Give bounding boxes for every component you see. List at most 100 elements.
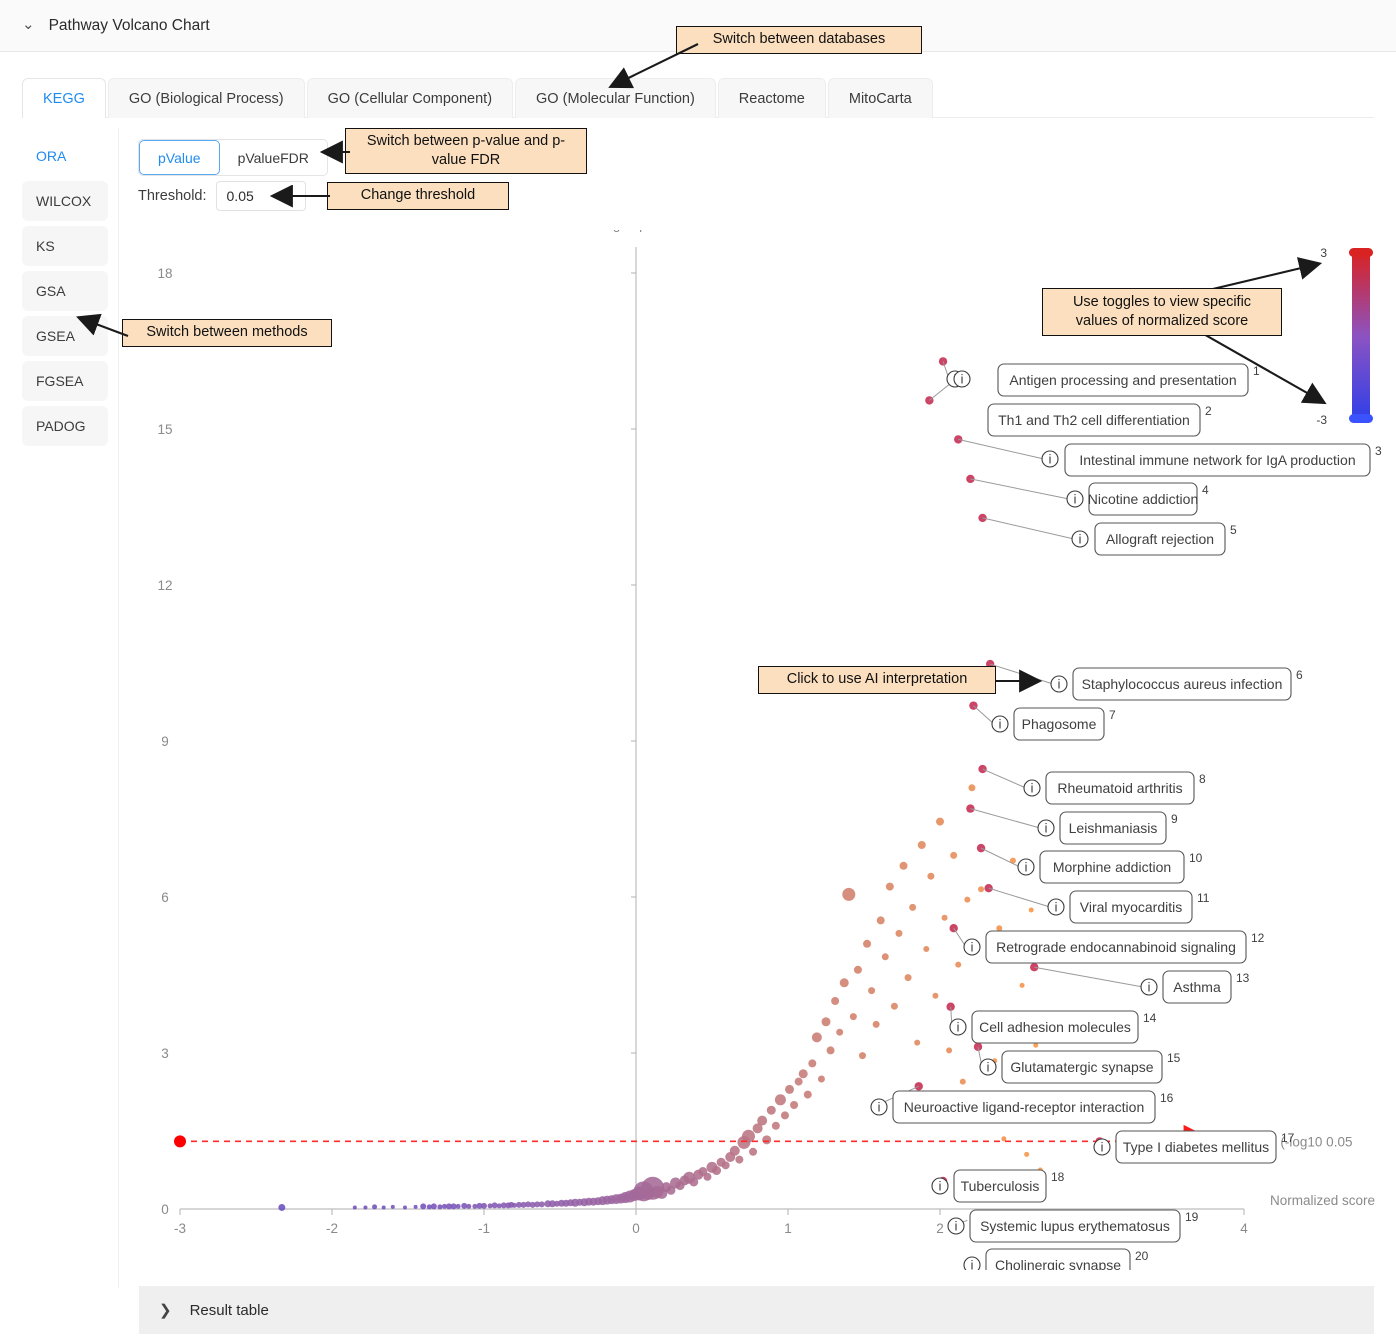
scatter-point[interactable] — [905, 974, 912, 981]
scatter-point[interactable] — [927, 873, 934, 880]
sidebar-item-wilcox[interactable]: WILCOX — [22, 181, 108, 221]
pathway-label[interactable]: iLeishmaniasis9 — [1038, 812, 1178, 844]
pathway-label[interactable]: iIntestinal immune network for IgA produ… — [1042, 444, 1382, 476]
pathway-label[interactable]: iRetrograde endocannabinoid signaling12 — [964, 931, 1265, 963]
pvaluefdr-segment[interactable]: pValueFDR — [220, 140, 327, 175]
scatter-point[interactable] — [836, 1029, 843, 1036]
tab-reactome[interactable]: Reactome — [718, 78, 826, 118]
scatter-point[interactable] — [932, 993, 938, 999]
scatter-point[interactable] — [946, 1047, 952, 1053]
scatter-point[interactable] — [539, 1201, 545, 1207]
scatter-point[interactable] — [909, 904, 916, 911]
scatter-point[interactable] — [978, 886, 984, 892]
threshold-input[interactable] — [216, 181, 306, 211]
pathway-label[interactable]: iPhagosome7 — [992, 708, 1116, 740]
scatter-point[interactable] — [437, 1204, 442, 1209]
scatter-point[interactable] — [868, 987, 875, 994]
scatter-point[interactable] — [403, 1205, 407, 1209]
result-table-accordion[interactable]: ❯ Result table — [139, 1286, 1374, 1334]
pathway-label[interactable]: iAsthma13 — [1141, 971, 1250, 1003]
scatter-point[interactable] — [749, 1148, 757, 1156]
scatter-point[interactable] — [886, 883, 894, 891]
sidebar-item-padog[interactable]: PADOG — [22, 406, 108, 446]
scatter-point[interactable] — [420, 1203, 426, 1209]
colorbar-max-handle[interactable] — [1349, 248, 1373, 257]
scatter-point[interactable] — [996, 925, 1002, 931]
scatter-point[interactable] — [372, 1204, 377, 1209]
scatter-point[interactable] — [481, 1203, 487, 1209]
scatter-point[interactable] — [757, 1116, 767, 1126]
scatter-point[interactable] — [950, 852, 957, 859]
scatter-point[interactable] — [722, 1161, 730, 1169]
tab-go-molecular-function[interactable]: GO (Molecular Function) — [515, 78, 716, 118]
scatter-point[interactable] — [968, 784, 975, 791]
scatter-point[interactable] — [873, 1021, 880, 1028]
pathway-label[interactable]: iStaphylococcus aureus infection6 — [1051, 668, 1303, 700]
pathway-label[interactable]: iNicotine addiction4 — [1067, 483, 1209, 515]
pathway-label[interactable]: iMorphine addiction10 — [1018, 851, 1203, 883]
scatter-point[interactable] — [492, 1202, 498, 1208]
scatter-point[interactable] — [818, 1076, 825, 1083]
scatter-point[interactable] — [799, 1069, 808, 1078]
scatter-point[interactable] — [466, 1204, 471, 1209]
scatter-point[interactable] — [414, 1205, 418, 1209]
scatter-point[interactable] — [775, 1094, 786, 1105]
scatter-point[interactable] — [900, 862, 908, 870]
tab-mitocarta[interactable]: MitoCarta — [828, 78, 933, 118]
tab-go-cellular-component[interactable]: GO (Cellular Component) — [307, 78, 513, 118]
scatter-point[interactable] — [936, 818, 944, 826]
scatter-point[interactable] — [767, 1106, 776, 1115]
tab-go-biological-process[interactable]: GO (Biological Process) — [108, 78, 305, 118]
scatter-point[interactable] — [808, 1059, 816, 1067]
scatter-point[interactable] — [822, 1017, 831, 1026]
pathway-label[interactable]: iViral myocarditis11 — [1048, 891, 1210, 923]
sidebar-item-fgsea[interactable]: FGSEA — [22, 361, 108, 401]
scatter-point[interactable] — [842, 888, 855, 901]
sidebar-item-ks[interactable]: KS — [22, 226, 108, 266]
pathway-label[interactable]: iRheumatoid arthritis8 — [1024, 772, 1206, 804]
scatter-point[interactable] — [762, 1135, 771, 1144]
pathway-label[interactable]: iSystemic lupus erythematosus19 — [948, 1210, 1199, 1242]
scatter-point[interactable] — [918, 841, 926, 849]
scatter-point[interactable] — [461, 1203, 467, 1209]
scatter-point[interactable] — [804, 1091, 812, 1099]
scatter-point[interactable] — [854, 966, 862, 974]
annotated-scatter-point[interactable] — [966, 475, 974, 483]
scatter-point[interactable] — [363, 1205, 367, 1209]
pvalue-segment[interactable]: pValue — [139, 140, 220, 175]
scatter-point[interactable] — [456, 1204, 461, 1209]
scatter-point[interactable] — [781, 1111, 789, 1119]
pathway-label[interactable]: iGlutamatergic synapse15 — [980, 1051, 1181, 1083]
pathway-label[interactable]: iNeuroactive ligand-receptor interaction… — [871, 1091, 1174, 1123]
sidebar-item-gsa[interactable]: GSA — [22, 271, 108, 311]
chevron-down-icon[interactable]: ⌄ — [22, 17, 35, 32]
scatter-point[interactable] — [1029, 908, 1034, 913]
scatter-point[interactable] — [278, 1204, 285, 1211]
normalized-score-colorbar[interactable]: 3 -3 — [1316, 246, 1373, 427]
scatter-point[interactable] — [735, 1156, 743, 1164]
scatter-point[interactable] — [840, 978, 849, 987]
scatter-point[interactable] — [812, 1032, 822, 1042]
scatter-point[interactable] — [795, 1078, 803, 1086]
scatter-point[interactable] — [353, 1205, 357, 1209]
pathway-label[interactable]: iCholinergic synapse20 — [964, 1249, 1149, 1270]
scatter-point[interactable] — [863, 940, 871, 948]
scatter-point[interactable] — [391, 1205, 395, 1209]
scatter-point[interactable] — [730, 1146, 740, 1156]
scatter-point[interactable] — [431, 1203, 437, 1209]
scatter-point[interactable] — [831, 997, 839, 1005]
pathway-label[interactable]: iAntigen processing and presentation1 — [947, 364, 1260, 396]
scatter-point[interactable] — [790, 1101, 798, 1109]
scatter-point[interactable] — [942, 915, 948, 921]
scatter-point[interactable] — [914, 1040, 920, 1046]
scatter-point[interactable] — [772, 1122, 780, 1130]
scatter-point[interactable] — [1020, 983, 1025, 988]
annotated-scatter-point[interactable] — [978, 514, 986, 522]
scatter-point[interactable] — [877, 916, 885, 924]
scatter-point[interactable] — [923, 946, 929, 952]
pathway-label[interactable]: iType I diabetes mellitus17 — [1094, 1131, 1295, 1163]
pathway-label[interactable]: iTuberculosis18 — [932, 1170, 1065, 1202]
colorbar-min-handle[interactable] — [1349, 414, 1373, 423]
scatter-point[interactable] — [850, 1013, 857, 1020]
scatter-point[interactable] — [382, 1205, 386, 1209]
